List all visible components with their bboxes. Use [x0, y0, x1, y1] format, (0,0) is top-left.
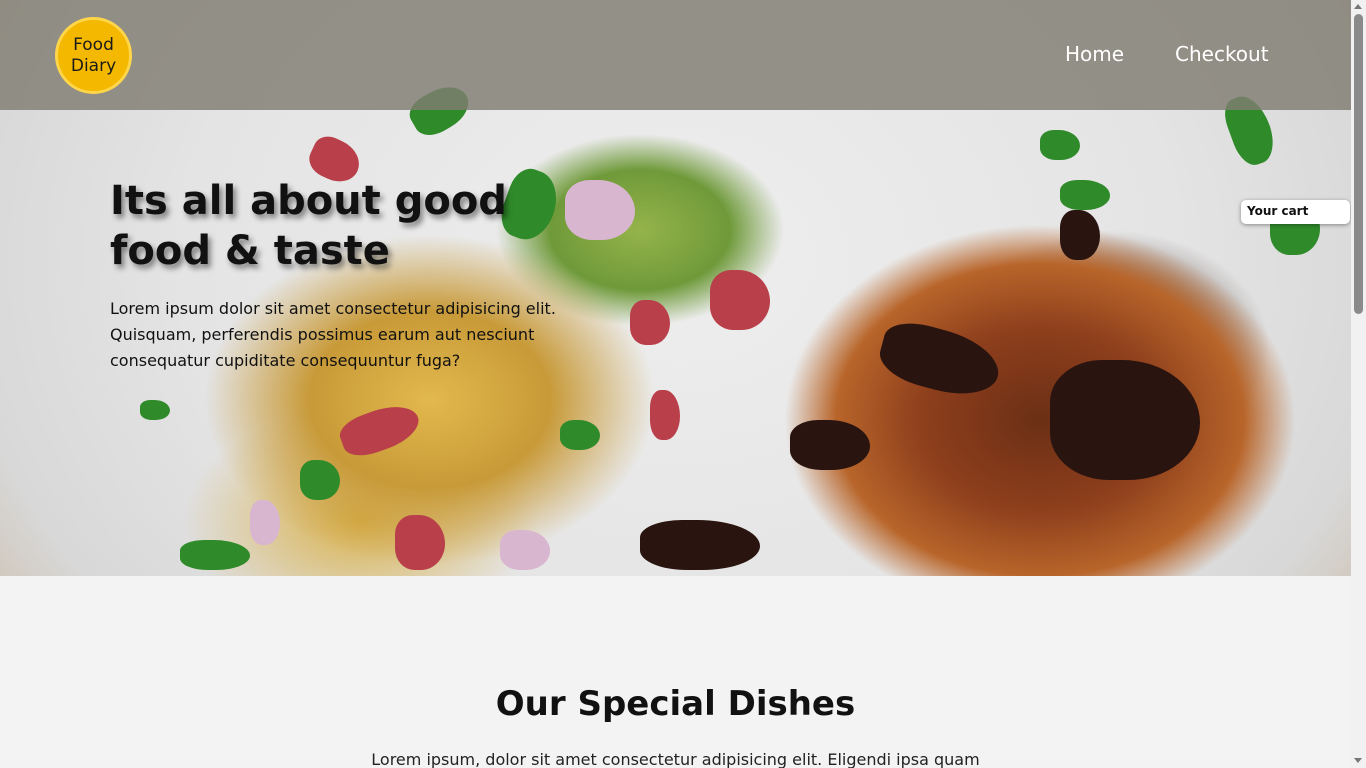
logo-line-1: Food	[73, 34, 114, 55]
nav-checkout-link[interactable]: Checkout	[1175, 42, 1269, 66]
scrollbar-thumb[interactable]	[1354, 14, 1363, 314]
logo[interactable]: Food Diary	[55, 17, 132, 94]
hero-title: Its all about good food & taste	[110, 178, 507, 274]
section-text: Lorem ipsum, dolor sit amet consectetur …	[371, 750, 980, 768]
scroll-up-icon[interactable]	[1354, 4, 1362, 9]
navbar: Food Diary Home Checkout	[0, 0, 1351, 110]
section-title: Our Special Dishes	[495, 684, 856, 724]
cart-button[interactable]: Your cart	[1241, 200, 1350, 224]
hero-text: Lorem ipsum dolor sit amet consectetur a…	[110, 299, 556, 370]
scroll-down-icon[interactable]	[1354, 758, 1362, 763]
nav-home-link[interactable]: Home	[1065, 42, 1124, 66]
scrollbar[interactable]	[1351, 0, 1366, 768]
logo-line-2: Diary	[70, 55, 117, 76]
